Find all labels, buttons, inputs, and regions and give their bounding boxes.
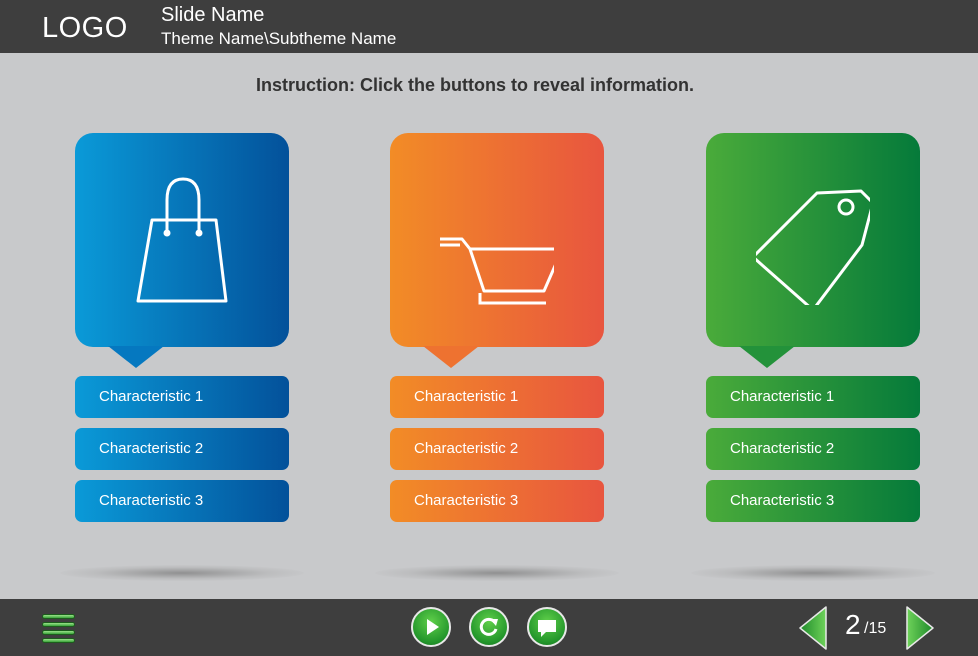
theme-name: Theme Name\Subtheme Name (161, 29, 397, 48)
card-shadow (691, 565, 935, 581)
page-current: 2 (845, 609, 861, 640)
characteristic-2-button[interactable]: Characteristic 2 (390, 428, 604, 470)
shopping-cart-icon (440, 237, 554, 305)
slide-name: Slide Name (161, 4, 265, 26)
card-bag: Characteristic 1 Characteristic 2 Charac… (60, 133, 304, 583)
page-total: /15 (864, 620, 887, 637)
characteristic-3-button[interactable]: Characteristic 3 (390, 480, 604, 522)
card-tile-cart[interactable] (390, 133, 604, 347)
next-arrow-icon[interactable] (905, 605, 935, 651)
instruction-text: Instruction: Click the buttons to reveal… (255, 75, 695, 95)
characteristic-2-button[interactable]: Characteristic 2 (75, 428, 289, 470)
comment-button[interactable] (527, 607, 567, 647)
card-cart: Characteristic 1 Characteristic 2 Charac… (375, 133, 619, 583)
replay-button[interactable] (469, 607, 509, 647)
price-tag-icon (756, 189, 870, 305)
card-pointer (739, 346, 795, 368)
card-tile-bag[interactable] (75, 133, 289, 347)
card-shadow (60, 565, 304, 581)
shopping-bag-icon (136, 177, 228, 303)
header-bar: LOGO Slide Name Theme Name\Subtheme Name (0, 0, 978, 53)
card-tag: Characteristic 1 Characteristic 2 Charac… (691, 133, 935, 583)
card-tile-tag[interactable] (706, 133, 920, 347)
play-button[interactable] (411, 607, 451, 647)
logo: LOGO (42, 12, 128, 44)
characteristic-3-button[interactable]: Characteristic 3 (75, 480, 289, 522)
previous-arrow-icon[interactable] (798, 605, 828, 651)
card-pointer (108, 346, 164, 368)
hamburger-menu-icon[interactable] (42, 613, 75, 643)
characteristic-1-button[interactable]: Characteristic 1 (390, 376, 604, 418)
characteristic-2-button[interactable]: Characteristic 2 (706, 428, 920, 470)
replay-icon (479, 617, 498, 636)
play-icon (427, 619, 439, 635)
characteristic-1-button[interactable]: Characteristic 1 (75, 376, 289, 418)
card-pointer (423, 346, 479, 368)
characteristic-3-button[interactable]: Characteristic 3 (706, 480, 920, 522)
card-shadow (375, 565, 619, 581)
characteristic-1-button[interactable]: Characteristic 1 (706, 376, 920, 418)
comment-icon (538, 620, 556, 637)
